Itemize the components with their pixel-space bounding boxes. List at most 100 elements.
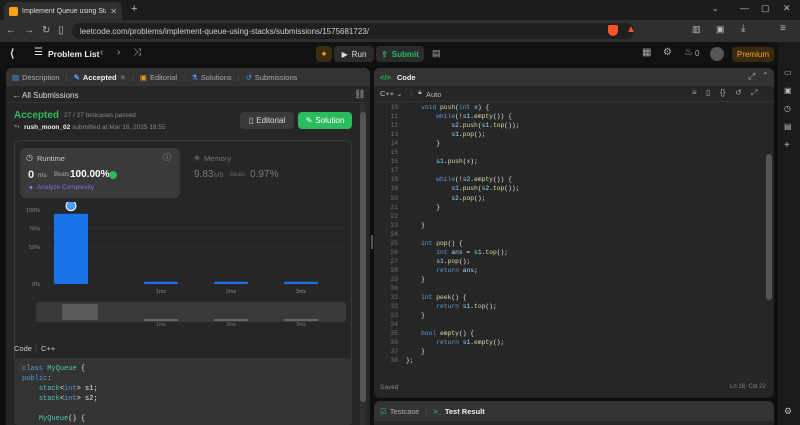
code-line: }: [406, 221, 425, 229]
code-editor[interactable]: 10 void push(int x) {11 while(!s1.empty(…: [374, 102, 764, 374]
memory-label[interactable]: Memory: [204, 154, 231, 163]
editor-scrollbar-thumb[interactable]: [766, 154, 772, 300]
sidebar-history-icon[interactable]: ◷: [784, 104, 791, 113]
layout-icon[interactable]: ▦: [642, 47, 651, 58]
chevron-down-icon[interactable]: ⌄: [712, 4, 719, 13]
line-number: 19: [390, 185, 398, 193]
code-line: }: [406, 312, 425, 320]
accepted-icon: ✎: [73, 72, 80, 82]
tab-accepted[interactable]: ✎ Accepted ✕: [74, 73, 126, 82]
code-line: s1.push(x);: [436, 158, 478, 166]
code-lang-label: C++: [41, 344, 56, 353]
tab-testcase[interactable]: ☑ Testcase: [380, 407, 419, 416]
terminal-icon: >_: [433, 406, 442, 416]
brave-shield-icon[interactable]: [608, 25, 618, 36]
download-icon[interactable]: ⤓: [741, 23, 745, 34]
run-button[interactable]: ▶ Run: [334, 46, 374, 62]
problem-list-icon[interactable]: ☰: [34, 47, 43, 58]
code-line: class MyQueue {: [22, 365, 86, 373]
tab-editorial[interactable]: ▣ Editorial: [140, 73, 177, 82]
problem-list-link[interactable]: Problem List: [48, 49, 99, 59]
streak-icon[interactable]: ♨: [684, 47, 693, 58]
close-tab-icon[interactable]: ✕: [110, 7, 117, 16]
solution-button[interactable]: ✎ Solution: [298, 112, 352, 129]
memory-beats-value: 0.97%: [250, 169, 279, 180]
bookmark-icon[interactable]: ▯: [706, 88, 710, 97]
tab-description[interactable]: ▤ Description: [12, 73, 60, 82]
navigator-label: 1ms: [156, 322, 166, 328]
avatar[interactable]: [710, 47, 724, 61]
username[interactable]: rush_moon_02: [24, 124, 70, 131]
sidebar-wallet-icon[interactable]: ▤: [784, 122, 792, 131]
expand-icon[interactable]: ⤢: [748, 71, 755, 82]
leetcode-logo-icon[interactable]: ⟨: [10, 47, 14, 60]
code-line: s2.pop();: [451, 194, 486, 202]
back-arrow-icon[interactable]: ←: [12, 90, 21, 100]
tab-divider: |: [65, 72, 68, 82]
fullscreen-icon[interactable]: ⤢: [751, 88, 757, 98]
code-line: s2.push(s1.top());: [451, 122, 520, 130]
note-icon[interactable]: ▤: [432, 48, 441, 59]
wallet-icon[interactable]: ▣: [716, 24, 725, 35]
bookmark-icon[interactable]: ▯: [58, 26, 64, 36]
premium-button[interactable]: Premium: [732, 47, 774, 62]
debug-button[interactable]: ✦: [316, 46, 332, 62]
range-handle: [62, 304, 98, 320]
cursor-position: Ln 18, Col 22: [730, 384, 766, 390]
submitted-at: submitted at Mar 16, 2025 18:55: [72, 124, 166, 131]
line-number: 22: [390, 212, 398, 220]
url-field[interactable]: leetcode.com/problems/implement-queue-us…: [71, 23, 634, 39]
editorial-button[interactable]: ▯ Editorial: [240, 112, 294, 129]
next-problem-icon[interactable]: ›: [117, 47, 120, 58]
sidebar-settings-icon[interactable]: ⚙: [784, 406, 792, 417]
info-icon[interactable]: ⓘ: [163, 152, 171, 163]
runtime-beats-value: 100.00%: [70, 169, 110, 180]
code-line: s1.push(s2.top());: [451, 185, 520, 193]
submit-label: Submit: [391, 49, 419, 59]
submit-button[interactable]: ⇪ Submit: [376, 46, 424, 62]
description-icon: ▤: [12, 72, 20, 82]
tab-submissions[interactable]: ↺ Submissions: [246, 73, 298, 82]
minimize-icon[interactable]: —: [740, 3, 749, 13]
test-panel: ☑ Testcase | >_ Test Result: [374, 401, 774, 425]
panel-resize-handle[interactable]: [371, 235, 373, 249]
tab-test-result[interactable]: >_ Test Result: [433, 407, 484, 416]
close-window-icon[interactable]: ✕: [783, 3, 791, 14]
menu-icon[interactable]: ≡: [780, 23, 786, 34]
line-number: 29: [390, 275, 398, 283]
format-icon[interactable]: ≡: [692, 88, 697, 97]
back-icon[interactable]: ←: [6, 26, 16, 36]
panel-collapse-icon[interactable]: ⌃: [762, 71, 769, 80]
line-number: 21: [390, 203, 398, 211]
braces-icon[interactable]: {}: [720, 88, 725, 97]
forward-icon[interactable]: →: [24, 26, 34, 36]
prev-problem-icon[interactable]: ‹: [100, 47, 103, 58]
sidebar-toggle-icon[interactable]: ▥: [692, 24, 701, 35]
sidebar-add-icon[interactable]: +: [784, 140, 790, 151]
tab-solutions[interactable]: ⚗ Solutions: [191, 73, 232, 82]
mode-label[interactable]: Auto: [426, 90, 441, 99]
scrollbar-thumb[interactable]: [360, 112, 366, 402]
close-tab-icon[interactable]: ✕: [120, 73, 126, 82]
sidebar-bookmarks-icon[interactable]: ▭: [784, 68, 792, 77]
all-submissions-link[interactable]: All Submissions: [22, 91, 78, 100]
line-number: 25: [390, 239, 398, 247]
share-link-icon[interactable]: ⛓: [354, 89, 365, 100]
browser-tab[interactable]: Implement Queue using Stacks ✕: [4, 2, 122, 20]
line-number: 12: [390, 122, 398, 130]
code-preview: class MyQueue {public: stack<int> s1; st…: [14, 358, 352, 425]
rewards-icon[interactable]: ▲: [626, 24, 636, 35]
new-tab-icon[interactable]: +: [131, 3, 137, 15]
settings-icon[interactable]: ⚙: [663, 47, 672, 58]
analyze-complexity-link[interactable]: Analyze Complexity: [37, 184, 94, 191]
shuffle-icon[interactable]: ⤨: [133, 47, 141, 58]
maximize-icon[interactable]: ▢: [761, 3, 770, 14]
language-select[interactable]: C++ ⌄: [380, 89, 403, 98]
reset-icon[interactable]: ↺: [735, 88, 742, 97]
code-line: MyQueue() {: [38, 415, 86, 423]
chart-bar: [214, 281, 248, 284]
sidebar-reading-icon[interactable]: ▣: [784, 86, 792, 95]
memory-beats-label: Beats: [230, 172, 246, 178]
reload-icon[interactable]: ↻: [42, 26, 50, 36]
code-line: bool empty() {: [421, 330, 475, 338]
